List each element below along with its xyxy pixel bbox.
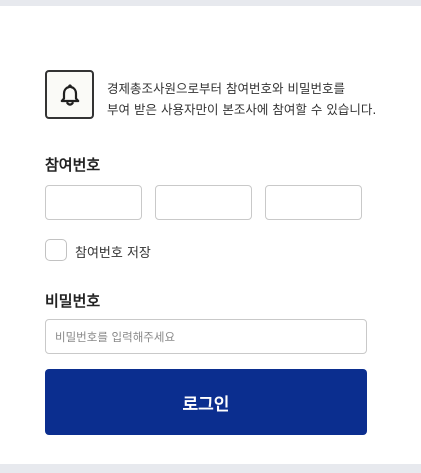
participation-number-label: 참여번호: [45, 156, 101, 174]
notice-icon-box: [45, 70, 94, 119]
save-participation-number-checkbox[interactable]: [45, 239, 67, 261]
participation-number-field-1[interactable]: [45, 185, 142, 220]
notice-line-1: 경제총조사원으로부터 참여번호와 비밀번호를: [107, 81, 345, 96]
bell-icon: [60, 83, 79, 106]
participation-number-field-2[interactable]: [155, 185, 252, 220]
password-label: 비밀번호: [45, 292, 101, 310]
participation-number-field-3[interactable]: [265, 185, 362, 220]
password-input[interactable]: [45, 319, 367, 354]
login-card: 경제총조사원으로부터 참여번호와 비밀번호를 부여 받은 사용자만이 본조사에 …: [0, 6, 421, 464]
notice-line-2: 부여 받은 사용자만이 본조사에 참여할 수 있습니다.: [107, 102, 377, 117]
login-button[interactable]: 로그인: [45, 369, 367, 435]
save-participation-number-label[interactable]: 참여번호 저장: [75, 242, 151, 261]
notice-box: 경제총조사원으로부터 참여번호와 비밀번호를 부여 받은 사용자만이 본조사에 …: [45, 70, 405, 130]
notice-text: 경제총조사원으로부터 참여번호와 비밀번호를 부여 받은 사용자만이 본조사에 …: [107, 78, 376, 120]
